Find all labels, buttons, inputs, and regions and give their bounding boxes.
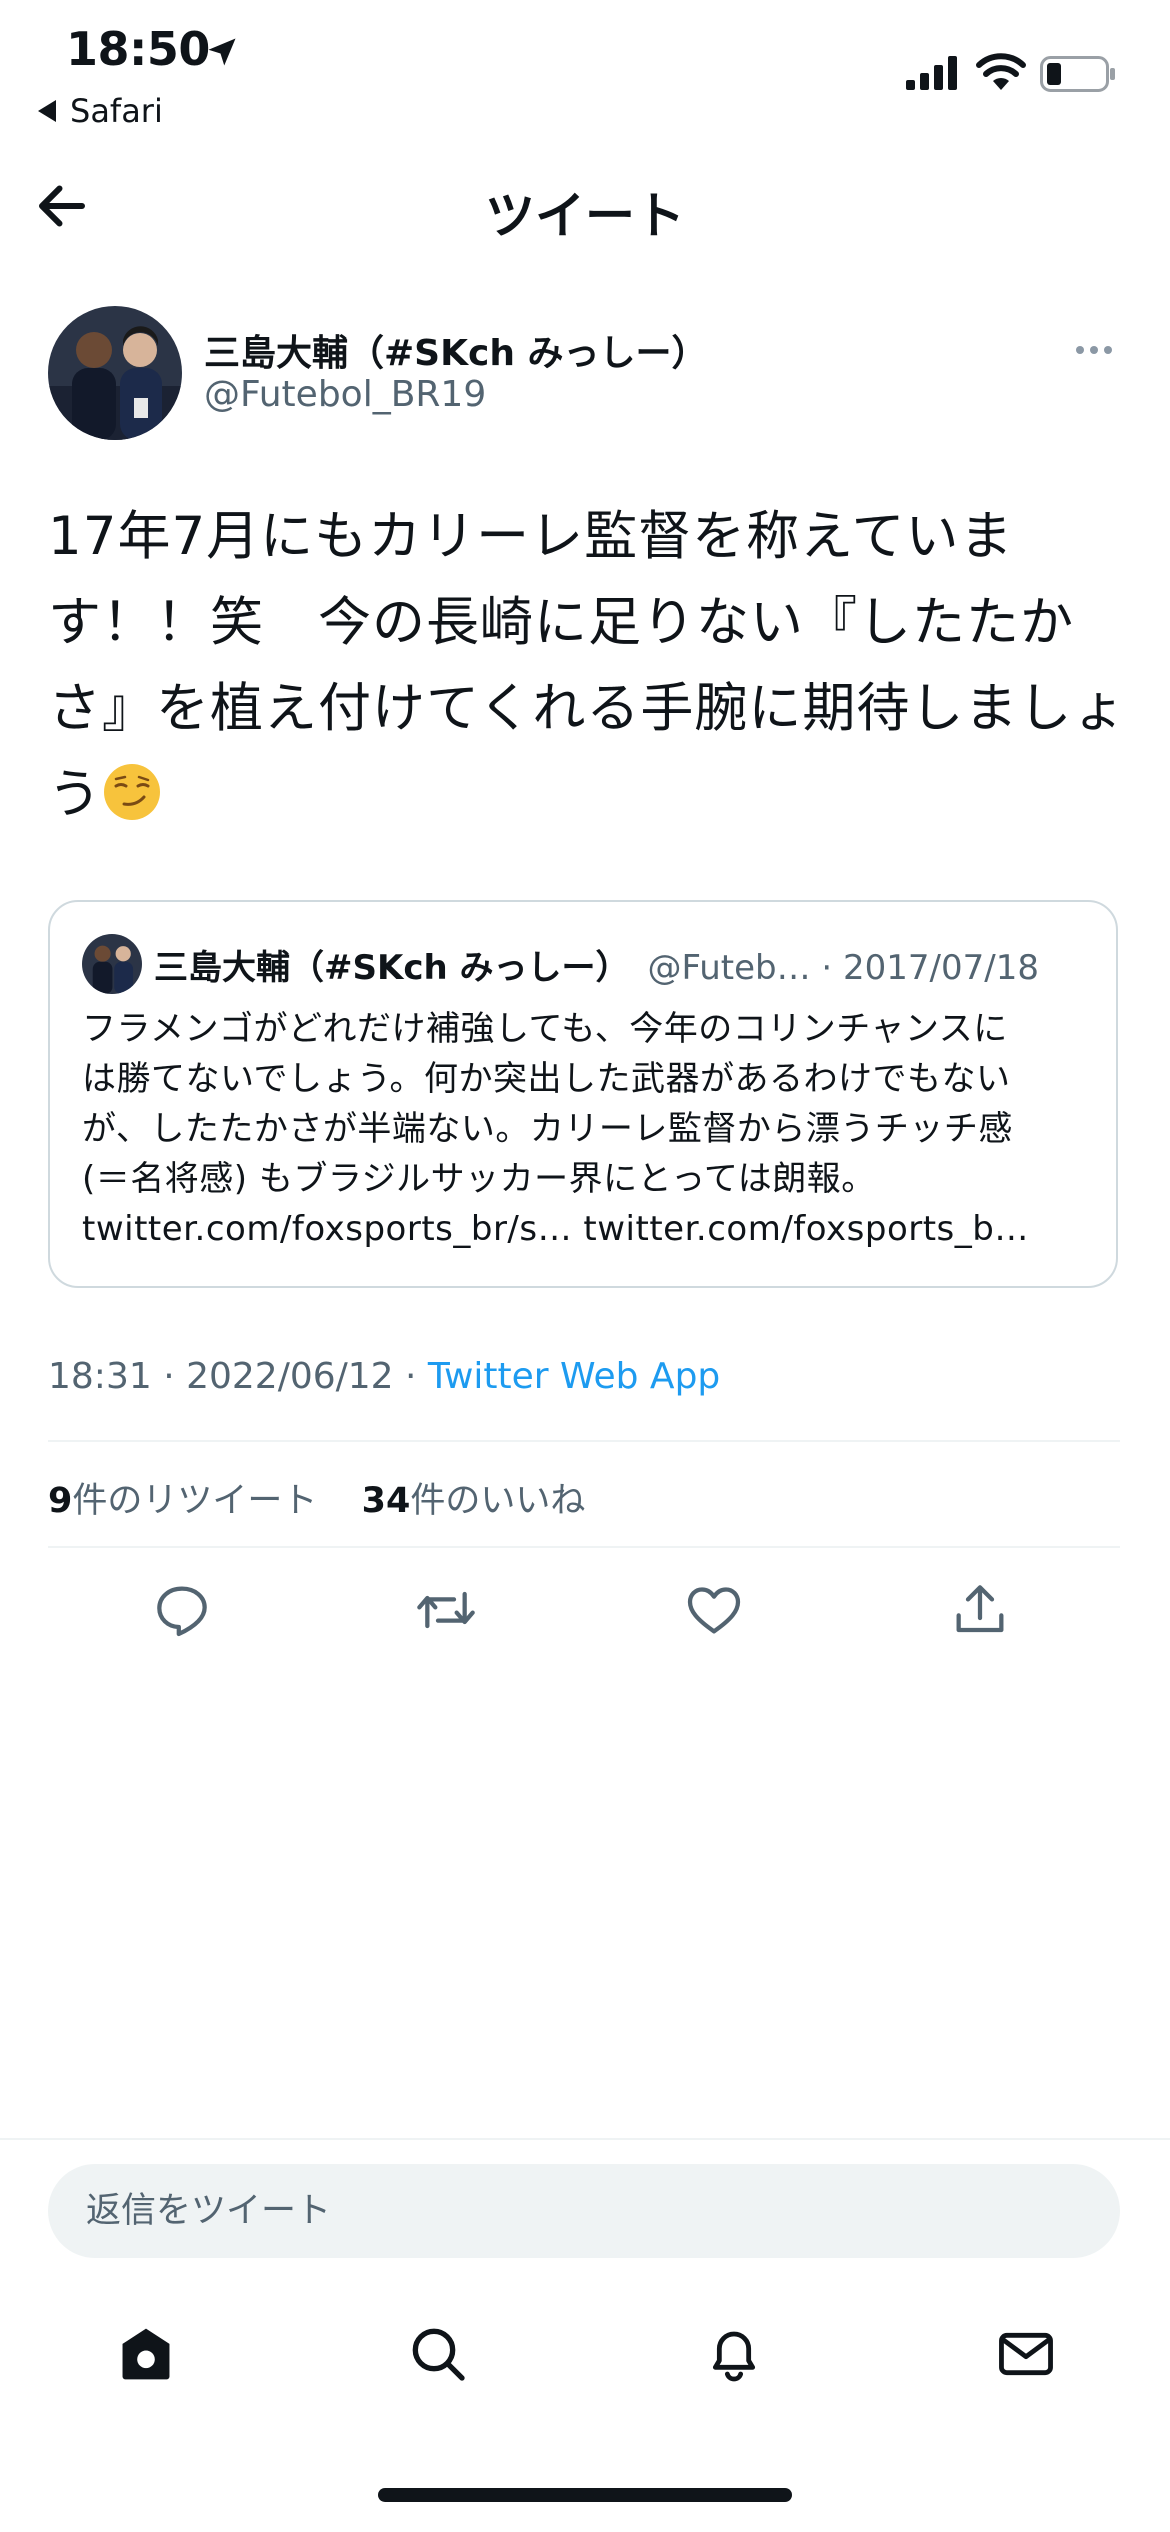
- like-label: 件のいいね: [410, 1481, 586, 1521]
- back-app-label: Safari: [70, 92, 163, 130]
- back-to-safari[interactable]: Safari: [38, 92, 163, 130]
- share-icon[interactable]: [948, 1578, 1012, 1642]
- search-icon[interactable]: [406, 2322, 470, 2386]
- retweets-stat[interactable]: 9件のリツイート: [48, 1481, 317, 1521]
- tweet-body: 17年7月にもカリーレ監督を称えています！！笑 今の長崎に足りない『したたかさ』…: [48, 506, 1127, 825]
- messages-icon[interactable]: [994, 2322, 1058, 2386]
- quote-avatar: [82, 934, 142, 994]
- retweet-icon[interactable]: [414, 1578, 478, 1642]
- timestamp-text: 18:31 · 2022/06/12 ·: [48, 1356, 428, 1397]
- tweet-timestamp: 18:31 · 2022/06/12 · Twitter Web App: [48, 1356, 720, 1397]
- author-name[interactable]: 三島大輔（#SKch みっしー）: [204, 324, 708, 376]
- quote-author-name: 三島大輔（#SKch みっしー）: [154, 948, 630, 988]
- likes-stat[interactable]: 34件のいいね: [362, 1481, 586, 1521]
- notifications-icon[interactable]: [702, 2322, 766, 2386]
- more-options-icon[interactable]: [1070, 326, 1118, 374]
- reply-input[interactable]: [48, 2164, 1120, 2258]
- status-time: 18:50: [66, 22, 210, 76]
- home-indicator[interactable]: [378, 2488, 792, 2502]
- location-arrow-icon: [208, 38, 236, 66]
- page-title: ツイート: [485, 187, 685, 245]
- quote-avatar-photo: [82, 934, 142, 994]
- smirking-face-emoji: [104, 764, 160, 820]
- avatar-photo: [48, 306, 182, 440]
- quote-line: twitter.com/foxsports_br/s… twitter.com/…: [82, 1209, 1029, 1249]
- divider: [48, 1546, 1120, 1548]
- quoted-tweet-card[interactable]: 三島大輔（#SKch みっしー） @Futeb… · 2017/07/18 フラメ…: [48, 900, 1118, 1288]
- author-avatar[interactable]: [48, 306, 182, 440]
- divider: [48, 1440, 1120, 1442]
- quote-line: は勝てないでしょう。何か突出した武器があるわけでもない: [82, 1059, 1011, 1099]
- source-link[interactable]: Twitter Web App: [428, 1356, 720, 1397]
- back-triangle-icon: [38, 100, 56, 122]
- tweet-stats: 9件のリツイート 34件のいいね: [48, 1472, 585, 1523]
- tweet-text: 17年7月にもカリーレ監督を称えています！！笑 今の長崎に足りない『したたかさ』…: [48, 494, 1128, 838]
- home-icon[interactable]: [114, 2322, 178, 2386]
- quote-line: が、したたかさが半端ない。カリーレ監督から漂うチッチ感: [82, 1109, 1013, 1149]
- quote-meta: @Futeb… · 2017/07/18: [647, 948, 1039, 988]
- like-count: 34: [361, 1481, 411, 1521]
- retweet-label: 件のリツイート: [72, 1481, 318, 1521]
- battery-icon: [1040, 56, 1115, 92]
- quote-text: フラメンゴがどれだけ補強しても、今年のコリンチャンスに は勝てないでしょう。何か…: [82, 1004, 1092, 1254]
- author-handle[interactable]: @Futebol_BR19: [204, 374, 486, 415]
- quote-line: フラメンゴがどれだけ補強しても、今年のコリンチャンスに: [82, 1009, 1008, 1049]
- cellular-signal-icon: [906, 56, 957, 90]
- tweet-detail-screen: 18:50 Safari ツイート 三島大輔（#SKch みっしー） @Fute…: [0, 0, 1170, 2532]
- reply-icon[interactable]: [150, 1578, 214, 1642]
- quote-line: (＝名将感) もブラジルサッカー界にとっては朗報。: [82, 1159, 876, 1199]
- reply-bar-divider: [0, 2138, 1170, 2140]
- like-icon[interactable]: [682, 1578, 746, 1642]
- retweet-count: 9: [48, 1481, 73, 1521]
- wifi-icon: [976, 53, 1026, 90]
- quote-header: 三島大輔（#SKch みっしー） @Futeb… · 2017/07/18: [154, 940, 1104, 989]
